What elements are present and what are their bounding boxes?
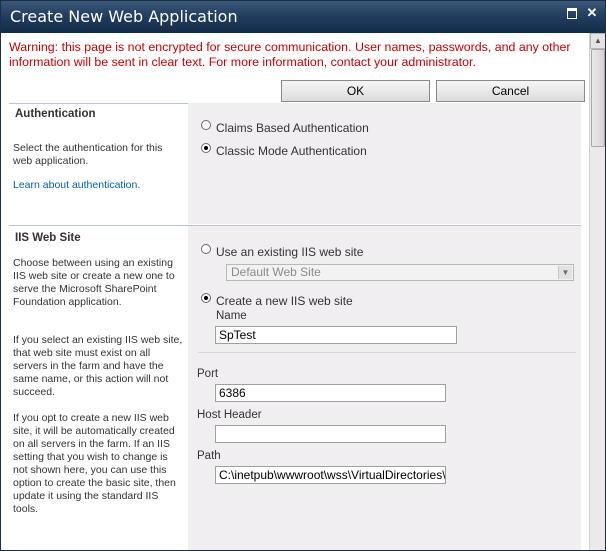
- close-icon[interactable]: ✕: [584, 6, 600, 20]
- dialog-content: Warning: this page is not encrypted for …: [0, 33, 589, 551]
- use-existing-site-label: Use an existing IIS web site: [216, 245, 364, 259]
- cancel-button[interactable]: Cancel: [436, 80, 585, 102]
- claims-auth-radio[interactable]: [201, 120, 211, 130]
- dialog-titlebar: Create New Web Application ✕: [0, 0, 606, 33]
- port-label: Port: [197, 368, 219, 380]
- use-existing-site-radio[interactable]: [201, 244, 211, 254]
- existing-site-dropdown-value: Default Web Site: [231, 265, 321, 279]
- claims-auth-label: Claims Based Authentication: [216, 121, 369, 135]
- ok-button[interactable]: OK: [281, 80, 430, 102]
- iis-description-2: If you select an existing IIS web site, …: [13, 334, 183, 398]
- port-input[interactable]: 6386: [215, 384, 446, 402]
- scroll-up-icon[interactable]: ▲: [590, 33, 606, 49]
- site-name-input[interactable]: SpTest: [215, 326, 457, 344]
- authentication-description: Select the authentication for this web a…: [13, 142, 163, 167]
- authentication-options-panel: Claims Based Authentication Classic Mode…: [188, 103, 581, 224]
- authentication-section: Authentication Select the authentication…: [9, 103, 581, 224]
- vertical-scrollbar[interactable]: ▲: [589, 33, 606, 551]
- path-input[interactable]: C:\inetpub\wwwroot\wss\VirtualDirectorie…: [215, 466, 446, 484]
- existing-site-dropdown[interactable]: Default Web Site ▼: [226, 264, 574, 281]
- path-label: Path: [197, 450, 221, 462]
- name-label: Name: [216, 310, 247, 322]
- classic-auth-radio[interactable]: [201, 143, 211, 153]
- iis-description-1: Choose between using an existing IIS web…: [13, 257, 175, 308]
- dialog-title: Create New Web Application: [10, 7, 238, 26]
- maximize-icon[interactable]: [564, 6, 580, 20]
- divider: [198, 352, 576, 353]
- learn-about-authentication-link[interactable]: Learn about authentication.: [13, 179, 140, 191]
- iis-description-3: If you opt to create a new IIS web site,…: [13, 412, 176, 515]
- scrollbar-thumb[interactable]: [591, 49, 605, 147]
- iis-description-column: IIS Web Site Choose between using an exi…: [9, 226, 187, 551]
- iis-web-site-section: IIS Web Site Choose between using an exi…: [9, 226, 581, 551]
- create-new-site-label: Create a new IIS web site: [216, 294, 353, 308]
- chevron-down-icon: ▼: [558, 266, 572, 279]
- host-header-input[interactable]: [215, 425, 446, 443]
- classic-auth-label: Classic Mode Authentication: [216, 144, 367, 158]
- security-warning: Warning: this page is not encrypted for …: [9, 40, 571, 69]
- iis-title: IIS Web Site: [15, 232, 81, 244]
- iis-options-panel: Use an existing IIS web site Default Web…: [188, 226, 581, 551]
- host-header-label: Host Header: [197, 409, 262, 421]
- create-new-site-radio[interactable]: [201, 293, 211, 303]
- authentication-title: Authentication: [15, 108, 96, 120]
- authentication-description-column: Authentication Select the authentication…: [9, 103, 187, 224]
